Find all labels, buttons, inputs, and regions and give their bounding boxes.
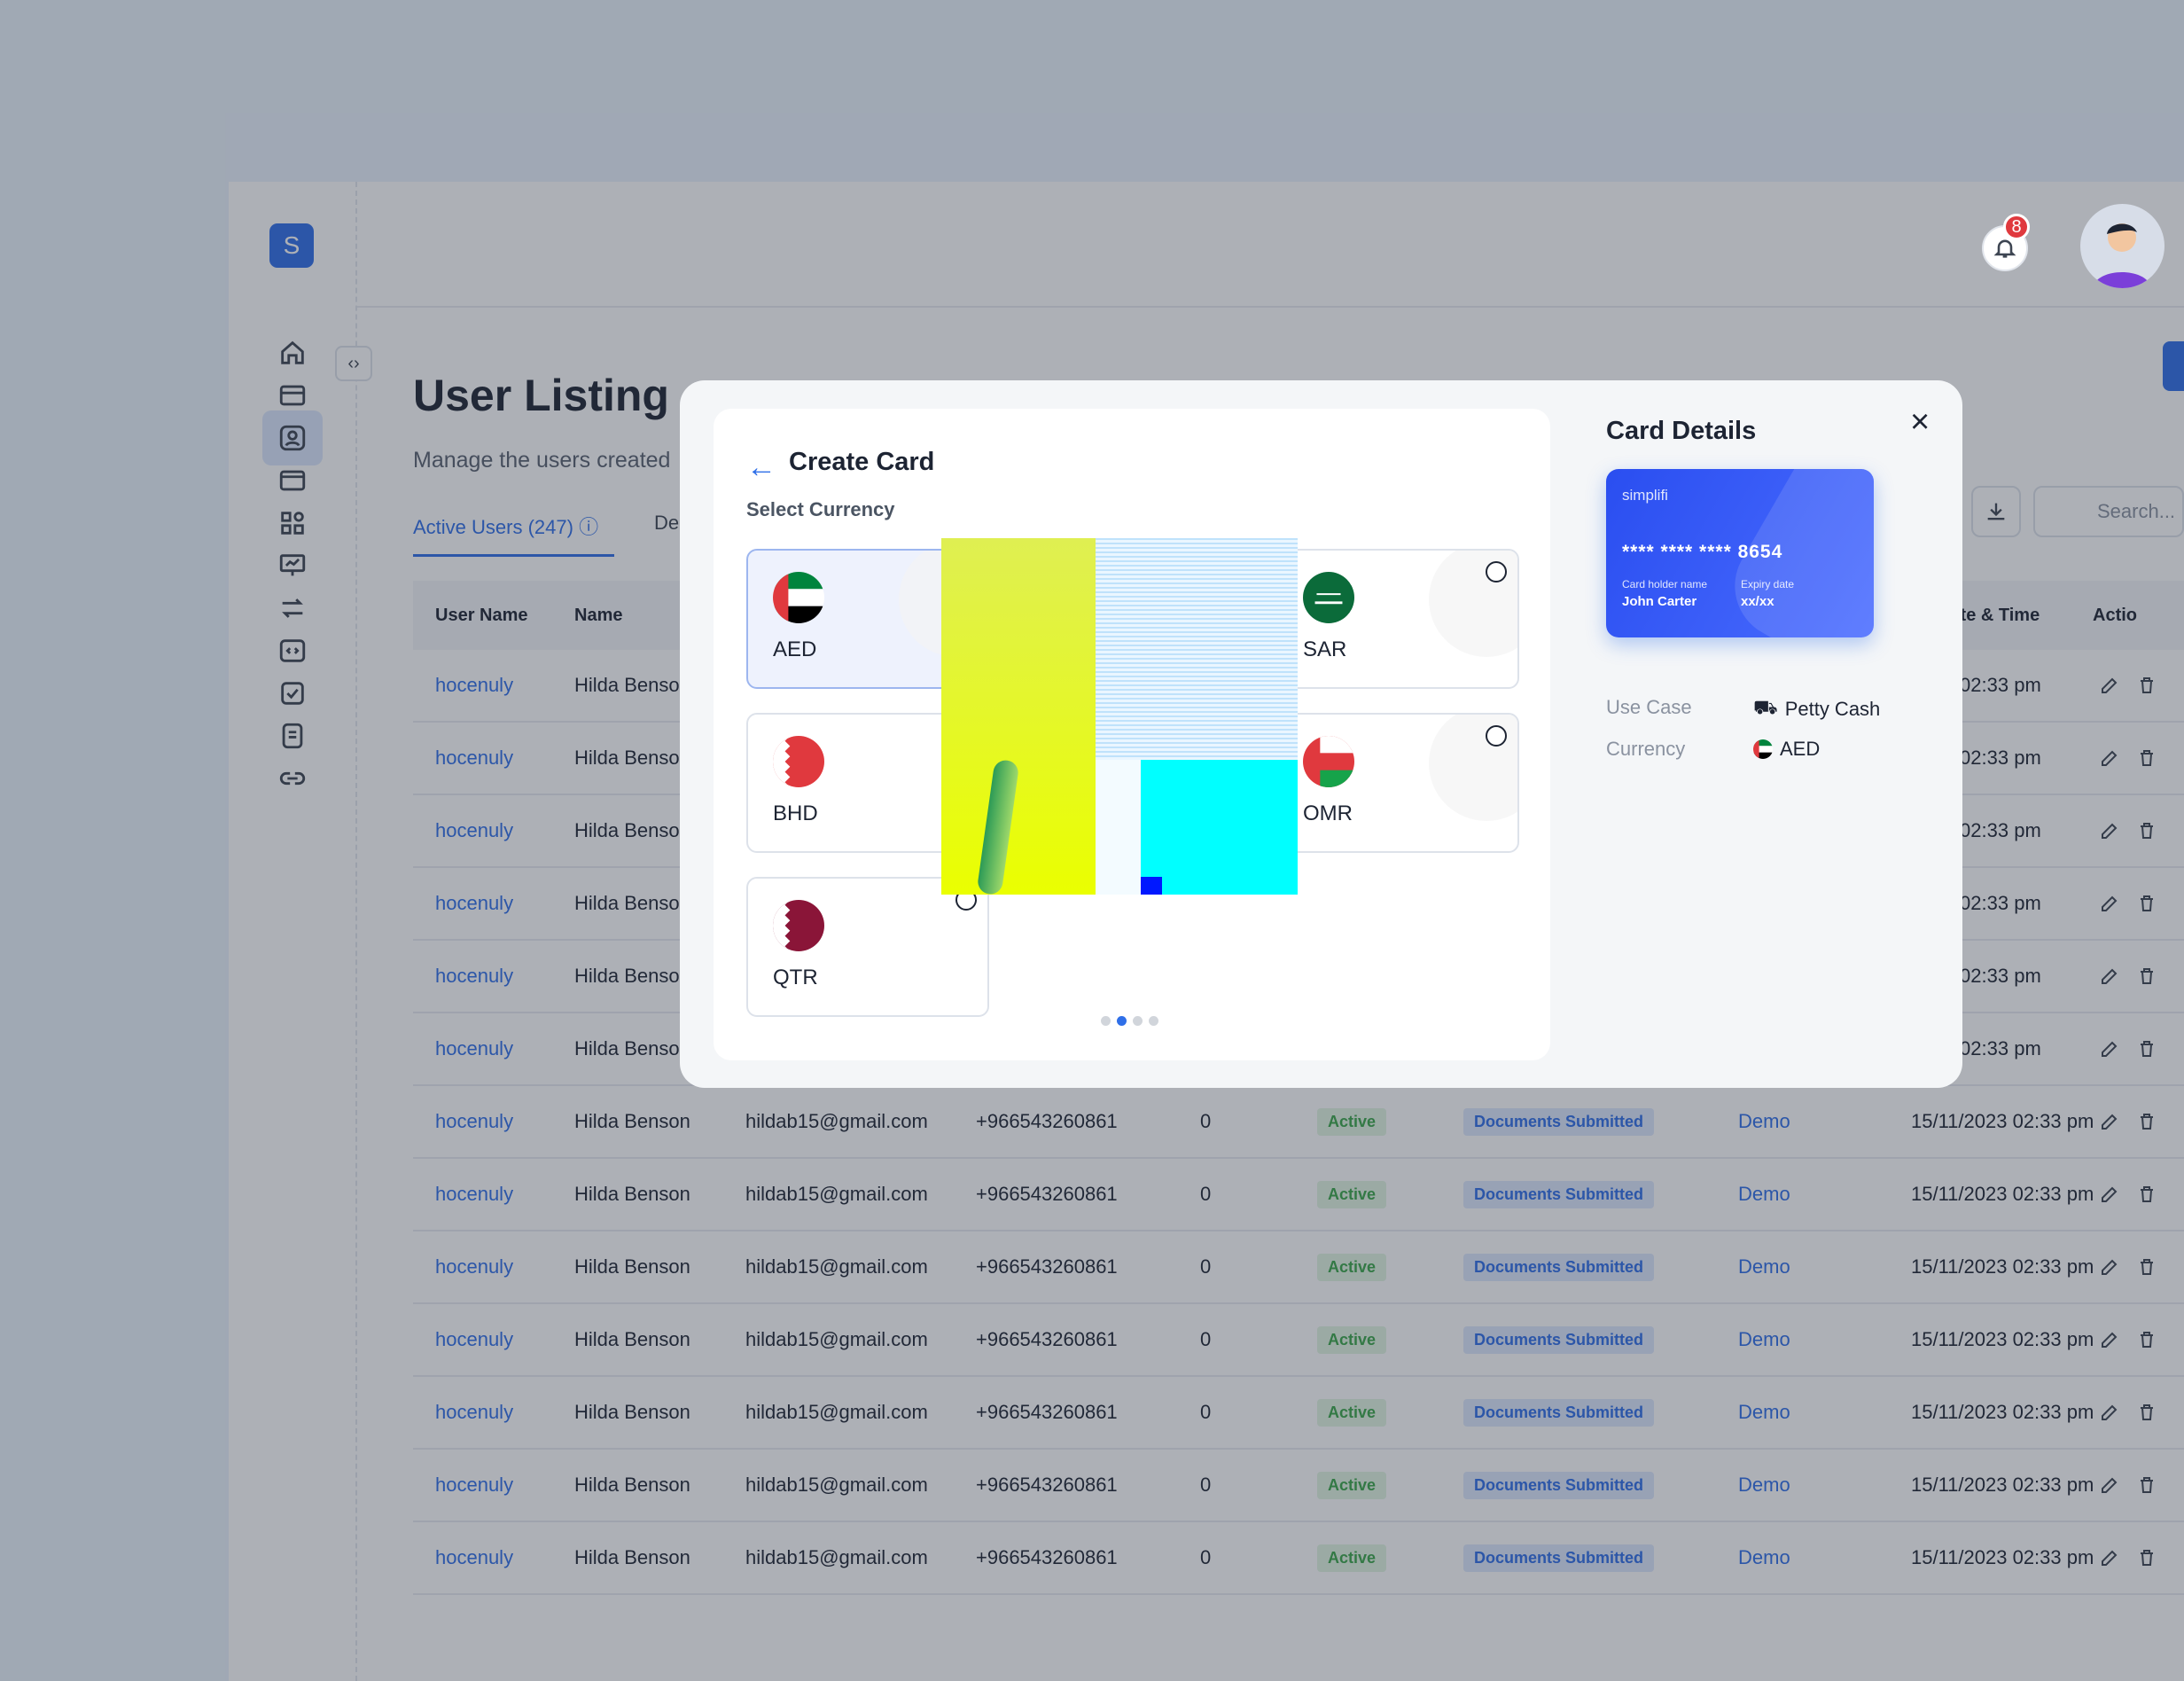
select-currency-label: Select Currency [746, 498, 895, 520]
currency-code: QTR [773, 966, 818, 989]
card-holder-label: Card holder name [1622, 578, 1708, 590]
currency-code: BHD [773, 801, 818, 825]
saudi-flag-icon [1303, 572, 1354, 623]
currency-code: OMR [1303, 801, 1353, 825]
uae-flag-icon [1753, 739, 1773, 759]
uae-flag-icon [773, 572, 824, 623]
card-expiry-label: Expiry date [1741, 578, 1795, 590]
card-number: **** **** **** 8654 [1622, 542, 1783, 562]
radio-button[interactable] [1486, 725, 1507, 747]
use-case-label: Use Case [1606, 696, 1692, 718]
back-arrow-icon[interactable]: ← [746, 450, 776, 485]
currency-code: SAR [1303, 637, 1347, 661]
page-dot[interactable] [1101, 1016, 1111, 1026]
card-details-title: Card Details [1606, 417, 1757, 445]
card-holder-name: John Carter [1622, 594, 1697, 609]
currency-option-omr[interactable]: OMR [1276, 713, 1519, 853]
close-icon[interactable]: × [1910, 403, 1930, 442]
currency-code: AED [773, 637, 817, 661]
use-case-text: Petty Cash [1784, 697, 1881, 720]
modal-title: Create Card [789, 448, 935, 476]
card-expiry-value: xx/xx [1741, 594, 1774, 609]
notification-badge: 8 [2003, 214, 2030, 240]
card-preview: simplifi **** **** **** 8654 Card holder… [1606, 469, 1874, 637]
currency-value: AED [1753, 738, 1820, 761]
radio-button[interactable] [1486, 561, 1507, 582]
render-artifact [941, 538, 1298, 895]
oman-watermark [1429, 715, 1517, 821]
currency-text: AED [1780, 738, 1821, 760]
page-dot[interactable] [1149, 1016, 1158, 1026]
bahrain-flag-icon [773, 736, 824, 787]
user-avatar[interactable] [2080, 204, 2164, 288]
cash-icon: ⛟ [1753, 696, 1778, 718]
qatar-flag-icon [773, 900, 824, 951]
card-brand: simplifi [1622, 487, 1668, 504]
currency-label: Currency [1606, 738, 1686, 760]
saudi-watermark [1429, 551, 1517, 657]
page-dot[interactable] [1133, 1016, 1143, 1026]
page-dot-active[interactable] [1117, 1016, 1127, 1026]
pagination-dots [1101, 1016, 1158, 1026]
oman-flag-icon [1303, 736, 1354, 787]
currency-option-sar[interactable]: SAR [1276, 549, 1519, 689]
use-case-value: ⛟ Petty Cash [1753, 696, 1880, 722]
currency-option-qtr[interactable]: QTR [746, 877, 989, 1017]
